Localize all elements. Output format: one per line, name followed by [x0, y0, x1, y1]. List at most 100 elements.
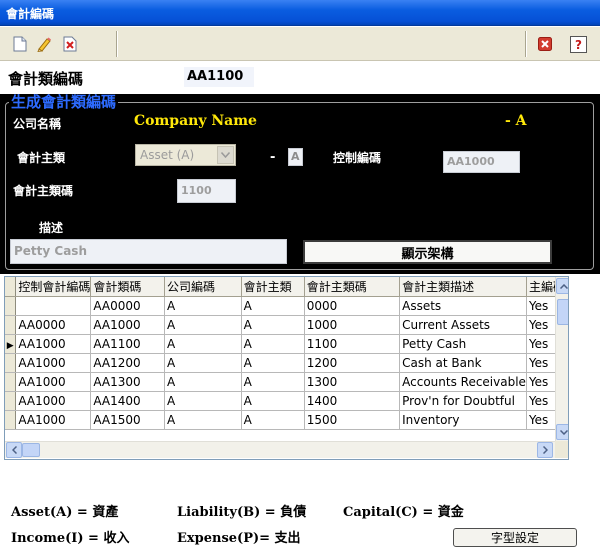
help-label: ?: [575, 38, 582, 52]
description-label: 描述: [39, 221, 64, 235]
table-cell[interactable]: A: [241, 410, 305, 430]
chevron-down-icon: [560, 429, 568, 435]
column-header[interactable]: 會計主類碼: [304, 277, 401, 297]
table-row[interactable]: ▶ AA1000 AA1100 A A 1100 Petty Cash Yes: [5, 334, 568, 354]
row-header-corner: [5, 277, 17, 297]
table-row[interactable]: AA0000 AA1000 A A 1000 Current Assets Yes: [5, 315, 568, 335]
table-cell[interactable]: AA1200: [90, 353, 165, 373]
column-header[interactable]: 會計類碼: [90, 277, 165, 297]
new-button[interactable]: [9, 33, 31, 55]
table-cell[interactable]: A: [241, 372, 305, 392]
table-cell[interactable]: A: [164, 334, 242, 354]
help-button[interactable]: ?: [567, 33, 589, 55]
table-cell[interactable]: A: [164, 372, 242, 392]
table-cell[interactable]: AA1000: [15, 391, 92, 411]
table-cell[interactable]: Petty Cash: [399, 334, 527, 354]
scroll-left-button[interactable]: [6, 442, 22, 458]
column-header[interactable]: 會計主類描述: [399, 277, 527, 297]
table-cell[interactable]: AA0000: [90, 296, 165, 316]
scroll-down-button[interactable]: [556, 424, 568, 440]
delete-icon: [63, 36, 77, 52]
row-header[interactable]: [5, 296, 17, 316]
vertical-scroll-thumb[interactable]: [557, 299, 568, 325]
table-cell[interactable]: AA1500: [90, 410, 165, 430]
close-button[interactable]: [534, 33, 556, 55]
table-cell[interactable]: 1200: [304, 353, 401, 373]
horizontal-scroll-thumb[interactable]: [22, 443, 40, 457]
horizontal-scrollbar[interactable]: [5, 441, 555, 458]
accounts-grid[interactable]: 控制會計編碼 會計類碼 公司編碼 會計主類 會計主類碼 會計主類描述 主編碼 A…: [4, 276, 569, 460]
table-cell[interactable]: AA1000: [15, 353, 92, 373]
table-cell[interactable]: 1000: [304, 315, 401, 335]
toolbar-separator: [525, 31, 527, 57]
row-header[interactable]: [5, 353, 17, 373]
table-cell[interactable]: 1300: [304, 372, 401, 392]
scroll-right-button[interactable]: [537, 442, 553, 458]
table-cell[interactable]: A: [241, 334, 305, 354]
help-icon: ?: [569, 35, 587, 53]
table-cell[interactable]: Prov'n for Doubtful: [399, 391, 527, 411]
table-cell[interactable]: AA1400: [90, 391, 165, 411]
table-cell[interactable]: Cash at Bank: [399, 353, 527, 373]
vertical-scrollbar[interactable]: [555, 277, 568, 441]
table-cell[interactable]: Inventory: [399, 410, 527, 430]
table-row[interactable]: AA1000 AA1300 A A 1300 Accounts Receivable Yes: [5, 372, 568, 392]
table-cell[interactable]: AA0000: [15, 315, 92, 335]
show-structure-button[interactable]: 顯示架構: [303, 240, 552, 264]
row-header[interactable]: [5, 372, 17, 392]
current-row-arrow-icon: ▶: [6, 340, 14, 351]
table-cell[interactable]: AA1100: [90, 334, 165, 354]
edit-button[interactable]: [33, 33, 55, 55]
table-cell[interactable]: [15, 296, 92, 316]
table-cell[interactable]: A: [164, 296, 242, 316]
table-cell[interactable]: A: [164, 391, 242, 411]
row-header[interactable]: [5, 391, 17, 411]
column-header[interactable]: 公司編碼: [164, 277, 242, 297]
table-cell[interactable]: AA1000: [15, 372, 92, 392]
title-bar: 會計編碼: [0, 0, 600, 26]
delete-button[interactable]: [59, 33, 81, 55]
table-cell[interactable]: A: [164, 410, 242, 430]
table-cell[interactable]: Accounts Receivable: [399, 372, 527, 392]
company-name-label: 公司名稱: [13, 117, 62, 131]
table-cell[interactable]: 0000: [304, 296, 401, 316]
table-row[interactable]: AA0000 A A 0000 Assets Yes: [5, 296, 568, 316]
main-code-label: 會計主類碼: [13, 184, 74, 198]
table-row[interactable]: AA1000 AA1200 A A 1200 Cash at Bank Yes: [5, 353, 568, 373]
company-code-suffix: - A: [505, 113, 527, 129]
table-cell[interactable]: Current Assets: [399, 315, 527, 335]
main-type-select[interactable]: Asset (A): [135, 144, 236, 166]
table-cell[interactable]: AA1000: [15, 334, 92, 354]
new-document-icon: [13, 36, 27, 52]
row-header[interactable]: [5, 315, 17, 335]
table-row[interactable]: AA1000 AA1400 A A 1400 Prov'n for Doubtful Yes: [5, 391, 568, 411]
table-cell[interactable]: A: [241, 296, 305, 316]
accounts-table: 控制會計編碼 會計類碼 公司編碼 會計主類 會計主類碼 會計主類描述 主編碼 A…: [5, 277, 568, 430]
table-cell[interactable]: A: [241, 315, 305, 335]
column-header[interactable]: 會計主類: [241, 277, 305, 297]
table-row[interactable]: AA1000 AA1500 A A 1500 Inventory Yes: [5, 410, 568, 430]
table-cell[interactable]: 1500: [304, 410, 401, 430]
chevron-up-icon: [560, 283, 568, 289]
table-cell[interactable]: A: [164, 315, 242, 335]
description-field[interactable]: Petty Cash: [10, 239, 287, 264]
main-code-field[interactable]: 1100: [177, 179, 236, 203]
table-cell[interactable]: 1100: [304, 334, 401, 354]
table-cell[interactable]: A: [241, 391, 305, 411]
row-header[interactable]: [5, 410, 17, 430]
control-code-field[interactable]: AA1000: [443, 151, 520, 173]
table-cell[interactable]: AA1300: [90, 372, 165, 392]
table-cell[interactable]: A: [164, 353, 242, 373]
column-header[interactable]: 控制會計編碼: [15, 277, 92, 297]
table-cell[interactable]: AA1000: [15, 410, 92, 430]
font-settings-button[interactable]: 字型設定: [453, 528, 577, 547]
table-cell[interactable]: A: [241, 353, 305, 373]
table-cell[interactable]: Assets: [399, 296, 527, 316]
row-header[interactable]: ▶: [5, 334, 17, 354]
legend-capital: Capital(C) = 資金: [343, 505, 464, 520]
table-cell[interactable]: AA1000: [90, 315, 165, 335]
chevron-down-icon[interactable]: [217, 146, 234, 164]
scroll-up-button[interactable]: [556, 278, 568, 294]
table-cell[interactable]: 1400: [304, 391, 401, 411]
scrollbar-corner: [555, 441, 568, 458]
